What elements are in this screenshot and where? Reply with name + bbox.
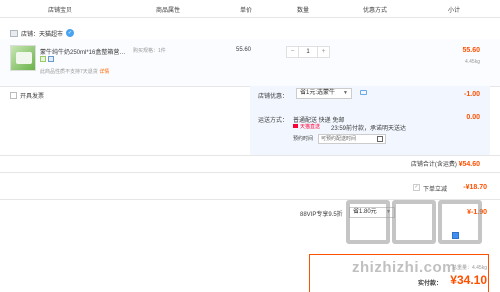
col-header-attr: 商品属性 bbox=[156, 8, 181, 14]
product-title[interactable]: 蒙牛纯牛奶250ml*16盒整箱营… bbox=[40, 47, 130, 56]
col-header-item: 店铺宝贝 bbox=[48, 8, 73, 14]
shop-discount-amount: -1.00 bbox=[464, 91, 480, 98]
col-header-price: 单价 bbox=[240, 8, 253, 14]
decrease-button[interactable]: − bbox=[287, 47, 298, 57]
return-note-link[interactable]: 详情 bbox=[99, 69, 109, 75]
shop-icon bbox=[10, 29, 18, 37]
col-header-subtotal: 小计 bbox=[448, 8, 461, 14]
shop-discount-select[interactable]: 省1元:选蒙牛 ▼ bbox=[296, 88, 352, 99]
watermark-text: zhizhizhi.com bbox=[352, 259, 456, 276]
item-weight: 4.45kg bbox=[464, 59, 480, 65]
product-spec: 购买规格：1件 bbox=[133, 48, 166, 54]
service-tag-icon bbox=[40, 56, 46, 62]
quantity-input[interactable]: 1 bbox=[298, 47, 318, 57]
col-header-qty: 数量 bbox=[297, 8, 310, 14]
appointment-label: 预约时间 bbox=[293, 136, 314, 142]
invoice-checkbox[interactable] bbox=[10, 92, 17, 99]
divider bbox=[0, 155, 500, 156]
return-note-text: 此商品性质不支持7天退货 bbox=[40, 69, 98, 75]
invoice-label: 开具发票 bbox=[20, 94, 45, 100]
shop-badge-icon: ✓ bbox=[66, 29, 75, 37]
vip-discount-label: 88VIP专享9.5折 bbox=[300, 212, 343, 218]
shipping-fee: 0.00 bbox=[466, 114, 480, 121]
divider bbox=[0, 172, 500, 173]
tmall-icon bbox=[293, 124, 298, 128]
table-header: 店铺宝贝 商品属性 单价 数量 优惠方式 小计 bbox=[0, 0, 500, 18]
order-discount-value: -¥18.70 bbox=[463, 184, 487, 191]
appointment-time-input[interactable]: 可预约配送时间 bbox=[318, 134, 386, 144]
item-subtotal: 55.60 bbox=[462, 47, 480, 54]
shop-name[interactable]: 店铺：天猫超市 bbox=[21, 29, 63, 38]
return-note: 此商品性质不支持7天退货 详情 bbox=[40, 68, 109, 75]
chevron-down-icon: ▼ bbox=[343, 90, 348, 96]
calendar-icon[interactable] bbox=[377, 136, 383, 142]
order-discount-checkbox[interactable]: ✓ bbox=[413, 184, 420, 191]
order-discount-label: 下单立减 bbox=[423, 187, 448, 193]
quantity-stepper: − 1 + bbox=[286, 46, 330, 58]
watermark-glyph-icon bbox=[438, 200, 482, 244]
tmall-direct-label: 天猫直送 bbox=[300, 124, 321, 130]
total-weight: 总重量：4.45kg bbox=[451, 265, 487, 271]
invoice-option[interactable]: 开具发票 bbox=[10, 91, 44, 100]
shop-discount-label: 店铺优惠： bbox=[258, 94, 289, 100]
shop-total-label: 店铺合计(含运费) bbox=[410, 162, 457, 168]
col-header-discount: 优惠方式 bbox=[363, 8, 388, 14]
delivery-promise: 23:59前付款，承诺明天送达 bbox=[331, 126, 407, 132]
pay-label: 实付款： bbox=[418, 281, 443, 287]
product-thumbnail[interactable] bbox=[10, 45, 36, 71]
watermark-glyph-icon bbox=[392, 200, 436, 244]
shop-discount-value: 省1元:选蒙牛 bbox=[300, 90, 336, 96]
unit-price: 55.60 bbox=[236, 47, 252, 53]
message-icon[interactable] bbox=[360, 90, 367, 95]
shipping-label: 运送方式： bbox=[258, 118, 289, 124]
shop-total-value: ¥54.60 bbox=[458, 161, 480, 168]
service-tag-icon bbox=[48, 56, 54, 62]
shop-row: 店铺：天猫超市 ✓ bbox=[10, 28, 75, 38]
watermark-glyph-icon bbox=[346, 200, 390, 244]
shop-total: 店铺合计(含运费) ¥54.60 bbox=[411, 159, 480, 168]
watermark-logo bbox=[346, 200, 482, 244]
product-tags bbox=[40, 56, 54, 62]
increase-button[interactable]: + bbox=[318, 47, 329, 57]
